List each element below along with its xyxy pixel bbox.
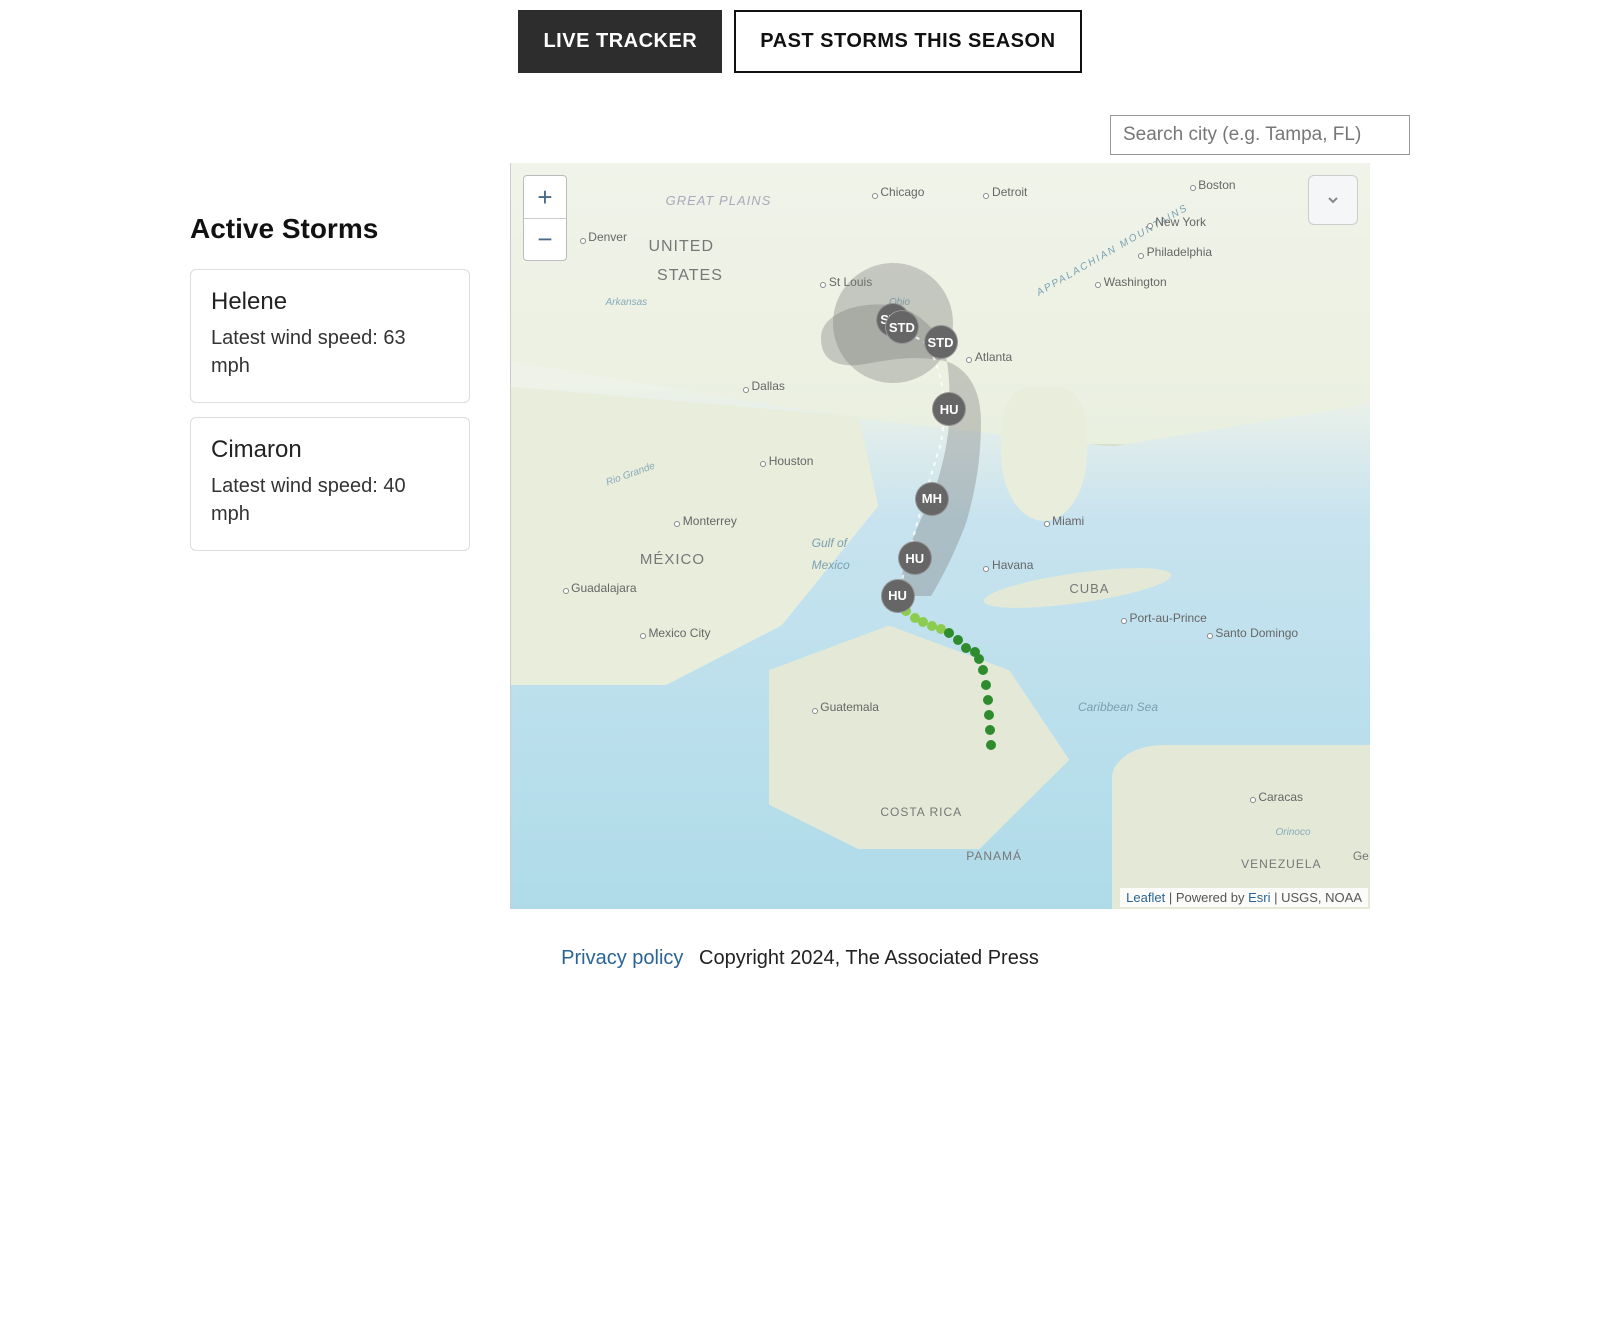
city-label: Boston [1198, 178, 1235, 192]
forecast-marker[interactable]: HU [881, 579, 915, 613]
esri-link[interactable]: Esri [1248, 890, 1270, 905]
storm-name: Helene [211, 288, 449, 316]
leaflet-link[interactable]: Leaflet [1126, 890, 1165, 905]
map-region-label: VENEZUELA [1241, 857, 1321, 871]
map-region-label: PANAMÁ [966, 849, 1022, 863]
track-point [986, 740, 996, 750]
city-label: Port-au-Prince [1129, 611, 1206, 625]
map-attribution: Leaflet | Powered by Esri | USGS, NOAA [1120, 888, 1368, 907]
city-dot [563, 588, 569, 594]
storm-wind-speed: Latest wind speed: 63 mph [211, 324, 449, 380]
storm-map[interactable]: + − Leaflet | Powered by Esri | USGS, NO… [510, 163, 1370, 909]
tab-past-storms[interactable]: PAST STORMS THIS SEASON [734, 10, 1081, 73]
track-point [974, 654, 984, 664]
forecast-marker[interactable]: STD [924, 325, 958, 359]
city-dot [1138, 253, 1144, 259]
city-label: Washington [1104, 275, 1167, 289]
map-region-label: COSTA RICA [880, 805, 962, 819]
city-label: Houston [769, 454, 814, 468]
track-point [984, 710, 994, 720]
city-label: Denver [588, 230, 627, 244]
city-dot [743, 387, 749, 393]
city-dot [1147, 223, 1153, 229]
city-dot [872, 193, 878, 199]
city-label: Mexico City [648, 626, 710, 640]
forecast-marker[interactable]: STD [885, 310, 919, 344]
city-label: Chicago [880, 185, 924, 199]
city-label: Detroit [992, 185, 1027, 199]
map-region-label: Orinoco [1276, 827, 1311, 838]
privacy-link[interactable]: Privacy policy [561, 947, 683, 969]
layers-toggle[interactable] [1308, 175, 1358, 225]
map-region-label: Caribbean Sea [1078, 700, 1158, 714]
city-label: St Louis [829, 275, 872, 289]
copyright-text: Copyright 2024, The Associated Press [699, 947, 1039, 969]
city-label: Caracas [1258, 790, 1303, 804]
city-dot [1207, 633, 1213, 639]
city-dot [812, 708, 818, 714]
city-label: Monterrey [683, 514, 737, 528]
map-region-label: Ge [1353, 849, 1369, 863]
city-label: Atlanta [975, 350, 1012, 364]
zoom-control: + − [523, 175, 567, 261]
attr-text: | USGS, NOAA [1270, 890, 1362, 905]
storm-wind-speed: Latest wind speed: 40 mph [211, 472, 449, 528]
map-region-label: CUBA [1069, 581, 1109, 596]
track-point [985, 725, 995, 735]
storm-card-cimaron[interactable]: Cimaron Latest wind speed: 40 mph [190, 417, 470, 551]
forecast-marker[interactable]: MH [915, 482, 949, 516]
city-label: New York [1155, 215, 1206, 229]
map-region-label: STATES [657, 267, 723, 285]
map-region-label: Gulf of [812, 536, 847, 550]
track-point [978, 665, 988, 675]
city-dot [580, 238, 586, 244]
city-dot [1044, 521, 1050, 527]
track-point [983, 695, 993, 705]
city-label: Havana [992, 558, 1033, 572]
city-label: Guadalajara [571, 581, 636, 595]
map-region-label: MÉXICO [640, 551, 705, 568]
track-point [944, 628, 954, 638]
city-dot [983, 566, 989, 572]
search-input[interactable] [1110, 115, 1410, 155]
forecast-marker[interactable]: HU [898, 541, 932, 575]
track-point [953, 635, 963, 645]
attr-text: | Powered by [1165, 890, 1248, 905]
city-label: Santo Domingo [1215, 626, 1298, 640]
tab-bar: LIVE TRACKER PAST STORMS THIS SEASON [190, 10, 1410, 73]
city-label: Philadelphia [1147, 245, 1212, 259]
storm-card-helene[interactable]: Helene Latest wind speed: 63 mph [190, 269, 470, 403]
city-dot [1250, 797, 1256, 803]
sidebar-title: Active Storms [190, 213, 470, 245]
track-point [981, 680, 991, 690]
zoom-out-button[interactable]: − [524, 218, 566, 260]
tab-live-tracker[interactable]: LIVE TRACKER [518, 10, 722, 73]
city-dot [1190, 185, 1196, 191]
forecast-marker[interactable]: HU [932, 392, 966, 426]
land-florida [1001, 387, 1087, 521]
map-region-label: Arkansas [605, 297, 647, 308]
zoom-in-button[interactable]: + [524, 176, 566, 218]
city-dot [640, 633, 646, 639]
map-region-label: Mexico [812, 558, 850, 572]
city-dot [1121, 618, 1127, 624]
city-label: Miami [1052, 514, 1084, 528]
map-region-label: UNITED [648, 238, 714, 256]
city-label: Dallas [752, 379, 785, 393]
chevron-down-icon [1325, 192, 1341, 208]
active-storms-sidebar: Active Storms Helene Latest wind speed: … [190, 163, 470, 909]
city-label: Guatemala [820, 700, 879, 714]
footer: Privacy policy Copyright 2024, The Assoc… [190, 947, 1410, 970]
map-region-label: GREAT PLAINS [666, 193, 772, 208]
storm-name: Cimaron [211, 436, 449, 464]
land-south-america [1112, 745, 1370, 909]
